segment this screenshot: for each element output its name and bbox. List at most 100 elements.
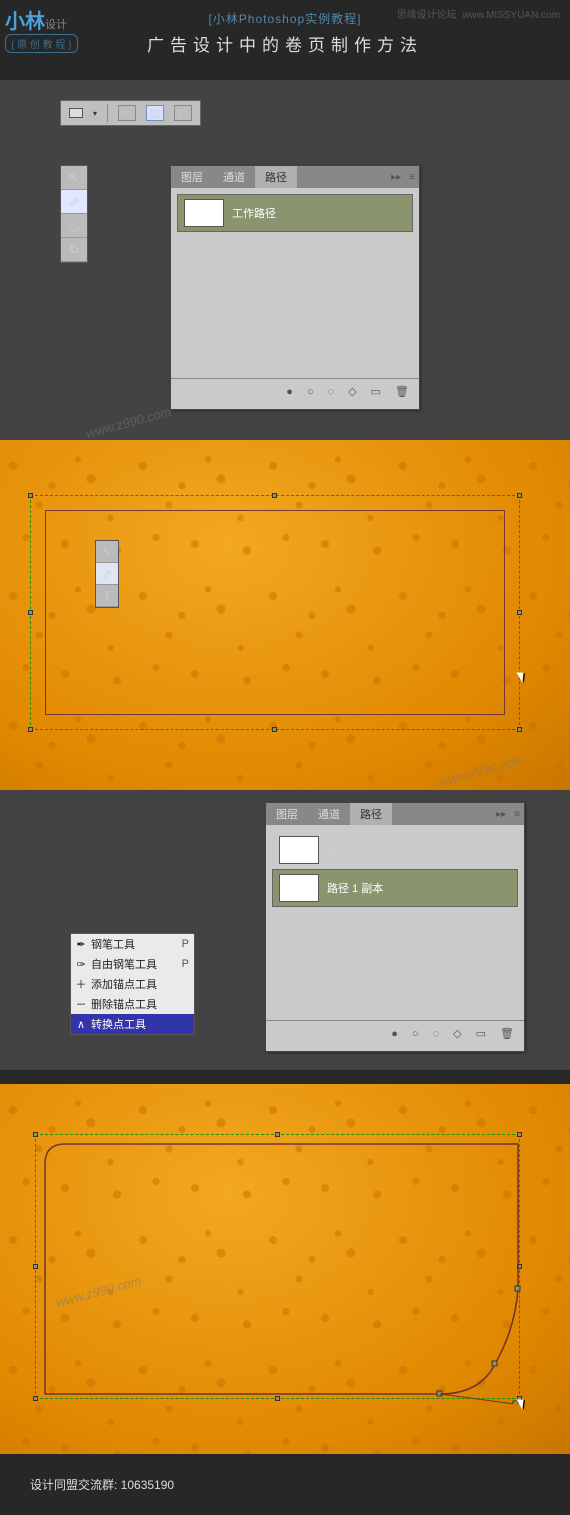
logo-text: 小林 bbox=[5, 11, 45, 33]
step-4-canvas: www.z990.com bbox=[0, 1084, 570, 1454]
handle-mid-left[interactable] bbox=[28, 610, 33, 615]
panel-tab-strip: 图层 通道 路径 ▸▸ ≡ bbox=[171, 166, 419, 188]
logo-tag: { 原 创 教 程 } bbox=[5, 34, 78, 53]
selection-to-path-icon[interactable]: ◇ bbox=[453, 1027, 461, 1040]
delete-path-icon[interactable]: 🗑 bbox=[395, 385, 409, 398]
pen-tool-item[interactable]: ✒ 钢笔工具 P bbox=[71, 934, 194, 954]
panel-collapse-icon[interactable]: ▸▸ bbox=[492, 809, 510, 820]
delete-anchor-icon: － bbox=[75, 996, 87, 1012]
pen-rotate-icon[interactable]: ↻ bbox=[61, 238, 87, 262]
path-thumbnail bbox=[279, 874, 319, 902]
path-to-selection-icon[interactable]: ◌ bbox=[433, 1028, 440, 1040]
tab-paths[interactable]: 路径 bbox=[255, 166, 297, 188]
menu-label: 自由钢笔工具 bbox=[91, 956, 178, 972]
tool-flyout: ↖ ⬀ ◡ ↻ bbox=[60, 165, 88, 263]
curled-page-path bbox=[40, 1139, 530, 1404]
add-anchor-icon: ＋ bbox=[75, 976, 87, 992]
panel-body: 工作路径 bbox=[171, 188, 419, 378]
pen-icon: ✒ bbox=[75, 938, 87, 951]
convert-point-item[interactable]: ∧ 转换点工具 bbox=[71, 1014, 194, 1034]
stroke-path-icon[interactable]: ○ bbox=[412, 1028, 419, 1040]
step-2-canvas: ↖ ⬀ T www.z990.com bbox=[0, 440, 570, 790]
panel-footer: ● ○ ◌ ◇ ▭ 🗑 bbox=[171, 378, 419, 404]
direct-selection-tool-icon[interactable]: ⬀ bbox=[96, 563, 118, 585]
new-path-icon[interactable]: ▭ bbox=[371, 385, 381, 398]
page-footer: 设计同盟交流群: 10635190 bbox=[0, 1454, 570, 1515]
handle-top-right[interactable] bbox=[517, 493, 522, 498]
path-item-1[interactable]: 路径 1 bbox=[272, 831, 518, 869]
fill-path-icon[interactable]: ● bbox=[391, 1028, 398, 1040]
panel-menu-icon[interactable]: ≡ bbox=[405, 172, 419, 183]
convert-point-icon: ∧ bbox=[75, 1018, 87, 1031]
path-thumbnail bbox=[279, 836, 319, 864]
logo-subtext: 设计 bbox=[45, 19, 67, 31]
menu-label: 添加锚点工具 bbox=[91, 976, 185, 992]
path-selection-tool-icon[interactable]: ↖ bbox=[96, 541, 118, 563]
path-label: 路径 1 bbox=[327, 842, 358, 858]
handle-mid-left[interactable] bbox=[33, 1264, 38, 1269]
step-1: ▾ ▭ ◫ ▢ ↖ ⬀ ◡ ↻ 图层 通道 路径 ▸▸ ≡ 工作路径 ● ○ ◌ bbox=[0, 80, 570, 440]
path-thumbnail bbox=[184, 199, 224, 227]
handle-top-mid[interactable] bbox=[275, 1132, 280, 1137]
freeform-pen-icon: ✑ bbox=[75, 958, 87, 971]
new-path-icon[interactable]: ▭ bbox=[476, 1027, 486, 1040]
gap bbox=[0, 1070, 570, 1084]
handle-bot-left[interactable] bbox=[33, 1396, 38, 1401]
direct-selection-tool[interactable]: ⬀ bbox=[61, 190, 87, 214]
path-label: 路径 1 副本 bbox=[327, 880, 383, 896]
handle-bot-left[interactable] bbox=[28, 727, 33, 732]
handle-bot-mid[interactable] bbox=[272, 727, 277, 732]
forum-url: www.MISSYUAN.com bbox=[462, 10, 560, 21]
tab-channels[interactable]: 通道 bbox=[308, 803, 350, 825]
menu-label: 删除锚点工具 bbox=[91, 996, 185, 1012]
type-tool-icon[interactable]: T bbox=[96, 585, 118, 607]
delete-path-icon[interactable]: 🗑 bbox=[500, 1027, 514, 1040]
options-bar: ▾ ▭ ◫ ▢ bbox=[60, 100, 201, 126]
path-item-1-copy[interactable]: 路径 1 副本 bbox=[272, 869, 518, 907]
panel-footer: ● ○ ◌ ◇ ▭ 🗑 bbox=[266, 1020, 524, 1046]
panel-collapse-icon[interactable]: ▸▸ bbox=[387, 172, 405, 183]
handle-mid-right[interactable] bbox=[517, 610, 522, 615]
panel-menu-icon[interactable]: ≡ bbox=[510, 809, 524, 820]
menu-label: 钢笔工具 bbox=[91, 936, 178, 952]
watermark: www.z990.com bbox=[85, 404, 173, 441]
pen-tool-flyout-menu: ✒ 钢笔工具 P ✑ 自由钢笔工具 P ＋ 添加锚点工具 － 删除锚点工具 ∧ … bbox=[70, 933, 195, 1035]
tool-preset-dropdown-icon[interactable]: ▾ bbox=[93, 109, 97, 118]
paths-mode-button[interactable]: ◫ bbox=[146, 105, 164, 121]
panel-body: 路径 1 路径 1 副本 bbox=[266, 825, 524, 1020]
path-item-workpath[interactable]: 工作路径 bbox=[177, 194, 413, 232]
selection-to-path-icon[interactable]: ◇ bbox=[348, 385, 356, 398]
stroke-path-icon[interactable]: ○ bbox=[307, 386, 314, 398]
handle-bot-right[interactable] bbox=[517, 727, 522, 732]
handle-top-left[interactable] bbox=[33, 1132, 38, 1137]
footer-label: 设计同盟交流群: bbox=[30, 1478, 121, 1492]
add-anchor-item[interactable]: ＋ 添加锚点工具 bbox=[71, 974, 194, 994]
shape-layers-mode-button[interactable]: ▭ bbox=[118, 105, 136, 121]
tab-paths[interactable]: 路径 bbox=[350, 803, 392, 825]
path-label: 工作路径 bbox=[232, 205, 276, 221]
fill-path-icon[interactable]: ● bbox=[286, 386, 293, 398]
forum-name: 思缘设计论坛 bbox=[397, 10, 457, 21]
paths-panel-2: 图层 通道 路径 ▸▸ ≡ 路径 1 路径 1 副本 ● ○ ◌ ◇ ▭ 🗑 bbox=[265, 802, 525, 1052]
handle-top-left[interactable] bbox=[28, 493, 33, 498]
separator bbox=[107, 104, 108, 122]
fill-pixels-mode-button[interactable]: ▢ bbox=[174, 105, 192, 121]
footer-qq-number: 10635190 bbox=[121, 1478, 174, 1492]
direct-select-flyout: ↖ ⬀ T bbox=[95, 540, 119, 608]
logo: 小林设计 { 原 创 教 程 } bbox=[5, 5, 105, 53]
handle-top-mid[interactable] bbox=[272, 493, 277, 498]
page-header: 小林设计 { 原 创 教 程 } 思缘设计论坛 www.MISSYUAN.com… bbox=[0, 0, 570, 80]
panel-tab-strip: 图层 通道 路径 ▸▸ ≡ bbox=[266, 803, 524, 825]
path-to-selection-icon[interactable]: ◌ bbox=[328, 386, 335, 398]
delete-anchor-item[interactable]: － 删除锚点工具 bbox=[71, 994, 194, 1014]
path-selection-tool[interactable]: ↖ bbox=[61, 166, 87, 190]
lasso-icon[interactable]: ◡ bbox=[61, 214, 87, 238]
tool-preset-swatch[interactable] bbox=[69, 108, 83, 118]
freeform-pen-item[interactable]: ✑ 自由钢笔工具 P bbox=[71, 954, 194, 974]
header-right: 思缘设计论坛 www.MISSYUAN.com bbox=[397, 6, 560, 21]
tab-layers[interactable]: 图层 bbox=[266, 803, 308, 825]
tab-layers[interactable]: 图层 bbox=[171, 166, 213, 188]
handle-top-right[interactable] bbox=[517, 1132, 522, 1137]
tab-channels[interactable]: 通道 bbox=[213, 166, 255, 188]
menu-label: 转换点工具 bbox=[91, 1016, 185, 1032]
